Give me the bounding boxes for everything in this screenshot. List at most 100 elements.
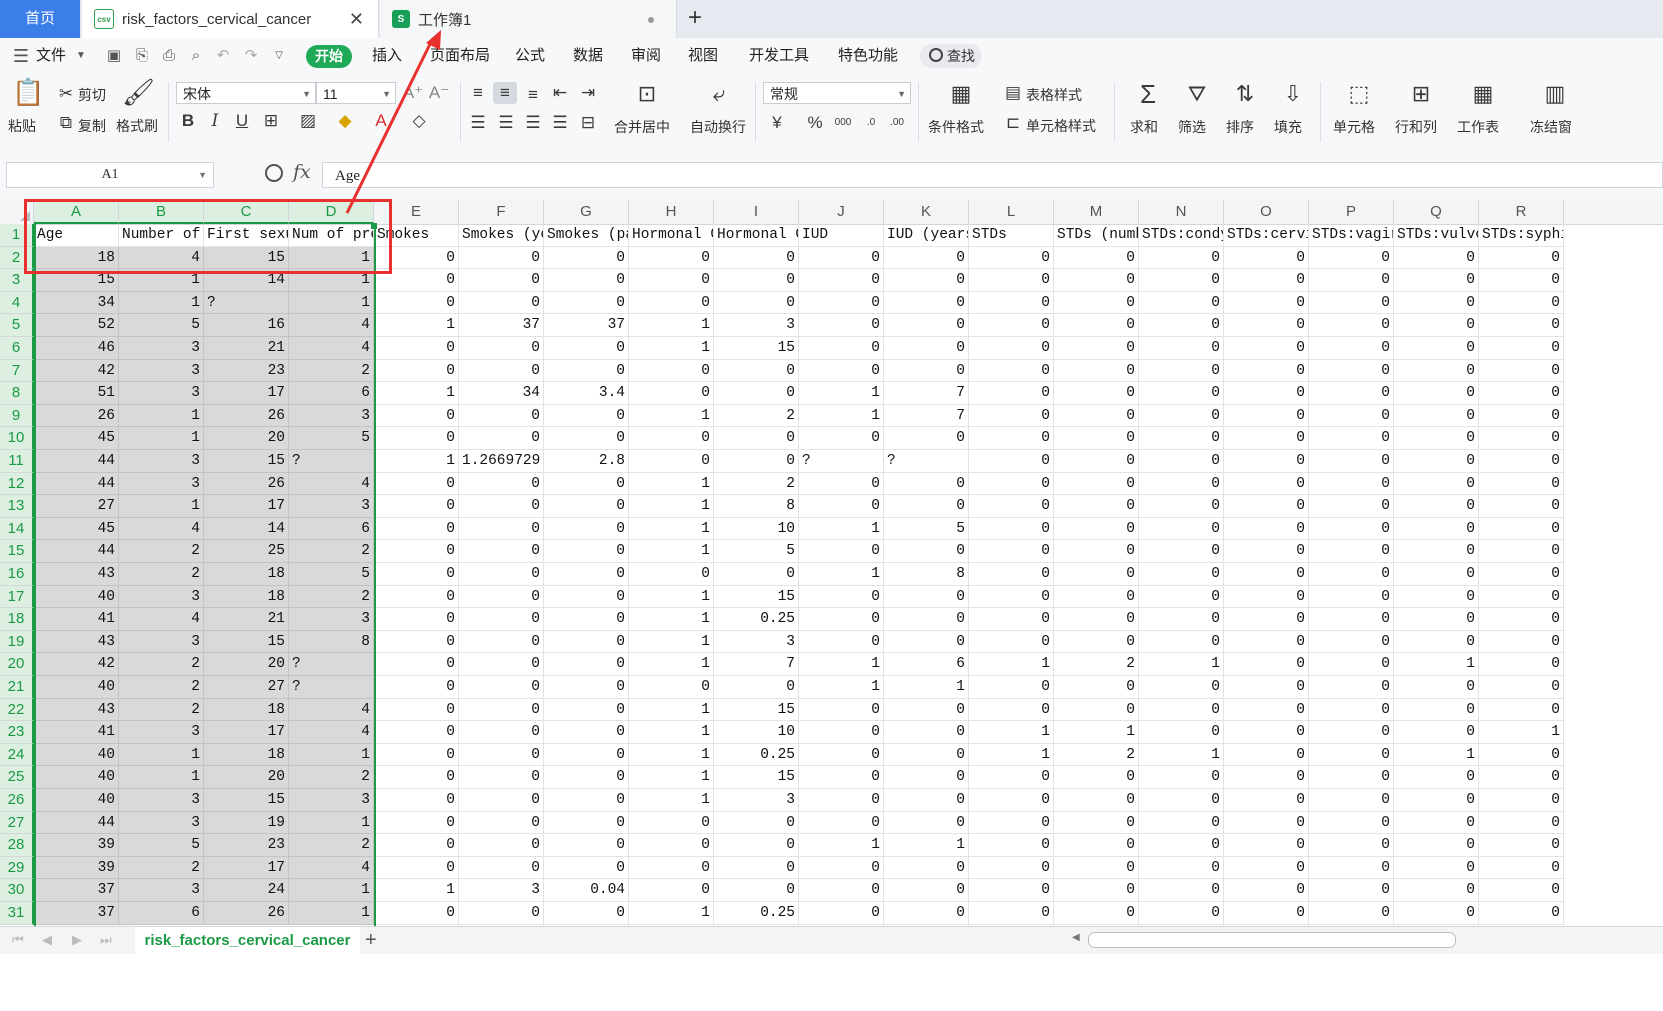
table-cell[interactable]: 0 xyxy=(1309,563,1394,586)
table-cell[interactable]: 1 xyxy=(119,743,204,767)
table-cell[interactable]: 0 xyxy=(1394,608,1479,631)
table-cell[interactable]: 0 xyxy=(969,472,1054,496)
table-cell[interactable]: 0 xyxy=(1139,766,1224,789)
table-cell[interactable]: 6 xyxy=(119,902,204,925)
row-header[interactable]: 4 xyxy=(0,291,34,315)
table-cell[interactable]: 0 xyxy=(1479,540,1564,563)
table-cell[interactable]: 7 xyxy=(884,382,969,405)
table-cell[interactable]: 0 xyxy=(459,676,544,699)
add-sheet-button[interactable]: + xyxy=(365,928,377,952)
menu-page-layout[interactable]: 页面布局 xyxy=(430,38,490,74)
table-cell[interactable]: 42 xyxy=(34,359,119,383)
table-cell[interactable]: 3 xyxy=(714,314,799,337)
table-cell[interactable]: 3.4 xyxy=(544,382,629,405)
search-button[interactable]: 查找 xyxy=(920,44,982,68)
table-cell[interactable]: 1 xyxy=(374,879,459,902)
table-cell[interactable]: 45 xyxy=(34,427,119,450)
table-cell[interactable]: 10 xyxy=(714,721,799,744)
table-cell[interactable]: 1 xyxy=(1394,743,1479,767)
table-cell[interactable]: 0 xyxy=(1054,698,1139,722)
table-cell[interactable]: 0 xyxy=(1054,291,1139,315)
table-cell[interactable]: 27 xyxy=(34,495,119,518)
table-cell[interactable]: 0 xyxy=(459,291,544,315)
column-header-r[interactable]: R xyxy=(1479,200,1564,224)
table-cell[interactable]: 0 xyxy=(799,585,884,609)
table-cell[interactable]: 0 xyxy=(544,630,629,654)
table-cell[interactable]: 0 xyxy=(1309,585,1394,609)
table-cell[interactable]: 0 xyxy=(1139,517,1224,541)
table-cell[interactable]: 37 xyxy=(544,314,629,337)
table-cell[interactable]: 1 xyxy=(799,676,884,699)
paste-button[interactable]: 粘贴 xyxy=(8,116,36,136)
table-cell[interactable]: 0 xyxy=(629,246,714,270)
table-cell[interactable]: 0 xyxy=(1309,404,1394,428)
table-cell[interactable]: 3 xyxy=(119,721,204,744)
table-cell[interactable]: 0 xyxy=(374,404,459,428)
table-cell[interactable]: 0 xyxy=(884,743,969,767)
cells-button[interactable]: 单元格 xyxy=(1333,117,1375,137)
table-cell[interactable]: 1 xyxy=(289,811,374,835)
table-cell[interactable]: 0 xyxy=(374,902,459,925)
table-cell[interactable]: 0 xyxy=(799,902,884,925)
table-cell[interactable]: 0 xyxy=(1479,246,1564,270)
row-header[interactable]: 10 xyxy=(0,427,34,450)
increase-decimal-icon[interactable]: .0 xyxy=(860,114,882,132)
sum-icon[interactable]: Σ xyxy=(1133,81,1163,107)
table-cell[interactable]: 0 xyxy=(1224,743,1309,767)
table-cell[interactable]: 0 xyxy=(1309,766,1394,789)
table-cell[interactable]: 0 xyxy=(969,766,1054,789)
fx-icon[interactable]: fx xyxy=(293,161,311,183)
row-header[interactable]: 14 xyxy=(0,517,34,541)
table-cell[interactable]: 8 xyxy=(289,630,374,654)
table-cell[interactable]: 18 xyxy=(204,743,289,767)
table-cell[interactable]: 26 xyxy=(204,472,289,496)
file-menu[interactable]: 文件 xyxy=(36,38,66,74)
align-right-icon[interactable]: ☰ xyxy=(523,114,543,132)
table-cell[interactable]: 0 xyxy=(1394,676,1479,699)
row-header[interactable]: 22 xyxy=(0,698,34,722)
table-cell[interactable]: 3 xyxy=(714,789,799,812)
table-cell[interactable]: 0 xyxy=(799,766,884,789)
table-cell[interactable]: 0 xyxy=(374,856,459,880)
home-tab[interactable]: 首页 xyxy=(0,0,80,38)
table-cell[interactable]: 0 xyxy=(1139,382,1224,405)
table-cell[interactable]: 2.8 xyxy=(544,450,629,473)
row-header[interactable]: 7 xyxy=(0,359,34,383)
table-cell[interactable]: 0 xyxy=(884,359,969,383)
fill-icon[interactable]: ⇩ xyxy=(1278,82,1308,106)
table-cell[interactable]: 0 xyxy=(969,269,1054,292)
table-cell[interactable]: 1 xyxy=(799,834,884,857)
table-cell[interactable]: 1 xyxy=(629,630,714,654)
table-cell[interactable]: 0 xyxy=(1139,450,1224,473)
row-header[interactable]: 6 xyxy=(0,337,34,360)
table-cell[interactable]: 0 xyxy=(1479,585,1564,609)
table-cell[interactable]: 0 xyxy=(544,291,629,315)
table-cell[interactable]: 1 xyxy=(969,743,1054,767)
table-cell[interactable]: 15 xyxy=(714,337,799,360)
table-cell[interactable]: 0 xyxy=(629,427,714,450)
table-cell[interactable]: 0 xyxy=(374,517,459,541)
table-cell[interactable]: 7 xyxy=(714,653,799,676)
table-cell[interactable]: 2 xyxy=(289,766,374,789)
table-cell[interactable]: 8 xyxy=(714,495,799,518)
table-cell[interactable]: 0 xyxy=(1394,902,1479,925)
table-cell[interactable]: 0 xyxy=(1479,789,1564,812)
table-cell[interactable]: 0 xyxy=(544,359,629,383)
table-cell[interactable]: 0 xyxy=(1054,834,1139,857)
table-cell[interactable]: 0 xyxy=(969,246,1054,270)
table-cell[interactable]: 0 xyxy=(629,856,714,880)
table-cell[interactable]: 0 xyxy=(1054,404,1139,428)
table-cell[interactable]: 0 xyxy=(1139,879,1224,902)
filter-icon[interactable]: ⛛ xyxy=(1182,82,1212,106)
table-cell[interactable]: 0 xyxy=(1139,246,1224,270)
table-cell[interactable]: 0 xyxy=(1479,427,1564,450)
table-cell[interactable]: 0 xyxy=(1394,269,1479,292)
table-cell[interactable]: 0 xyxy=(969,495,1054,518)
table-cell[interactable]: 0 xyxy=(969,563,1054,586)
table-cell[interactable]: 0 xyxy=(884,856,969,880)
table-cell[interactable]: 20 xyxy=(204,427,289,450)
table-cell[interactable]: 1 xyxy=(629,337,714,360)
table-cell[interactable]: 0 xyxy=(1139,902,1224,925)
table-cell[interactable]: 0 xyxy=(629,563,714,586)
table-cell[interactable]: 0 xyxy=(1224,721,1309,744)
